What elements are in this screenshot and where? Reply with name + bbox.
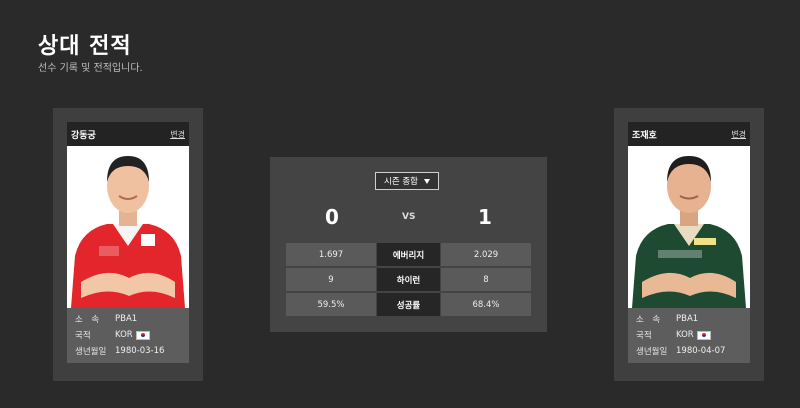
- stat-row-success-rate: 59.5% 성공률 68.4%: [286, 293, 531, 316]
- info-row-team: 소 속 PBA1: [67, 311, 189, 327]
- page-subtitle: 선수 기록 및 전적입니다.: [38, 63, 143, 74]
- info-key: 국적: [636, 331, 652, 341]
- player-card-right: 조재호 변경 소 속 PBA1 국적 KOR 생년월일 1980-04-07: [614, 108, 764, 381]
- head-to-head-panel: 시즌 종합 0 VS 1 1.697 에버리지 2.029 9 하이런 8 59…: [270, 157, 547, 332]
- info-value: KOR: [115, 330, 133, 340]
- info-row-nationality: 국적 KOR: [67, 327, 189, 343]
- page-title: 상대 전적: [38, 34, 132, 59]
- stat-right-value: 68.4%: [441, 293, 531, 316]
- info-row-birthdate: 생년월일 1980-03-16: [67, 343, 189, 359]
- info-key: 생년월일: [75, 347, 107, 357]
- dropdown-arrow-icon: [423, 178, 430, 184]
- player-info: 소 속 PBA1 국적 KOR 생년월일 1980-03-16: [67, 308, 189, 363]
- stat-label: 하이런: [377, 268, 440, 291]
- player-name: 강동궁: [71, 130, 96, 141]
- player-photo: [628, 146, 750, 308]
- stat-left-value: 1.697: [286, 243, 376, 266]
- stats-table: 1.697 에버리지 2.029 9 하이런 8 59.5% 성공률 68.4%: [286, 243, 531, 318]
- info-value: 1980-04-07: [676, 346, 726, 356]
- info-row-birthdate: 생년월일 1980-04-07: [628, 343, 750, 359]
- stat-left-value: 59.5%: [286, 293, 376, 316]
- left-score: 0: [325, 205, 339, 229]
- stat-row-average: 1.697 에버리지 2.029: [286, 243, 531, 266]
- info-key: 국적: [75, 331, 91, 341]
- korea-flag-icon: [135, 330, 150, 340]
- info-row-team: 소 속 PBA1: [628, 311, 750, 327]
- right-score: 1: [478, 205, 492, 229]
- player-photo: [67, 146, 189, 308]
- info-value: 1980-03-16: [115, 346, 165, 356]
- change-player-button[interactable]: 변경: [170, 129, 185, 140]
- stat-right-value: 8: [441, 268, 531, 291]
- info-key: 생년월일: [636, 347, 668, 357]
- info-value: KOR: [676, 330, 694, 340]
- season-select-value: 시즌 종합: [384, 177, 418, 187]
- change-player-button[interactable]: 변경: [731, 129, 746, 140]
- info-key: 소 속: [75, 315, 100, 325]
- stat-row-highrun: 9 하이런 8: [286, 268, 531, 291]
- player-info: 소 속 PBA1 국적 KOR 생년월일 1980-04-07: [628, 308, 750, 363]
- player-photo-image: [632, 156, 746, 308]
- season-select[interactable]: 시즌 종합: [375, 172, 439, 190]
- player-card-header: 강동궁 변경: [67, 122, 189, 146]
- stat-left-value: 9: [286, 268, 376, 291]
- player-photo-image: [71, 156, 185, 308]
- player-card-left: 강동궁 변경 소 속 PBA1 국적 KOR 생년월일 1980-03-16: [53, 108, 203, 381]
- info-value: PBA1: [115, 314, 138, 324]
- player-card-header: 조재호 변경: [628, 122, 750, 146]
- stat-label: 에버리지: [377, 243, 440, 266]
- vs-label: VS: [402, 212, 416, 222]
- korea-flag-icon: [696, 330, 711, 340]
- stat-label: 성공률: [377, 293, 440, 316]
- info-value: PBA1: [676, 314, 699, 324]
- info-key: 소 속: [636, 315, 661, 325]
- info-row-nationality: 국적 KOR: [628, 327, 750, 343]
- player-name: 조재호: [632, 130, 657, 141]
- stat-right-value: 2.029: [441, 243, 531, 266]
